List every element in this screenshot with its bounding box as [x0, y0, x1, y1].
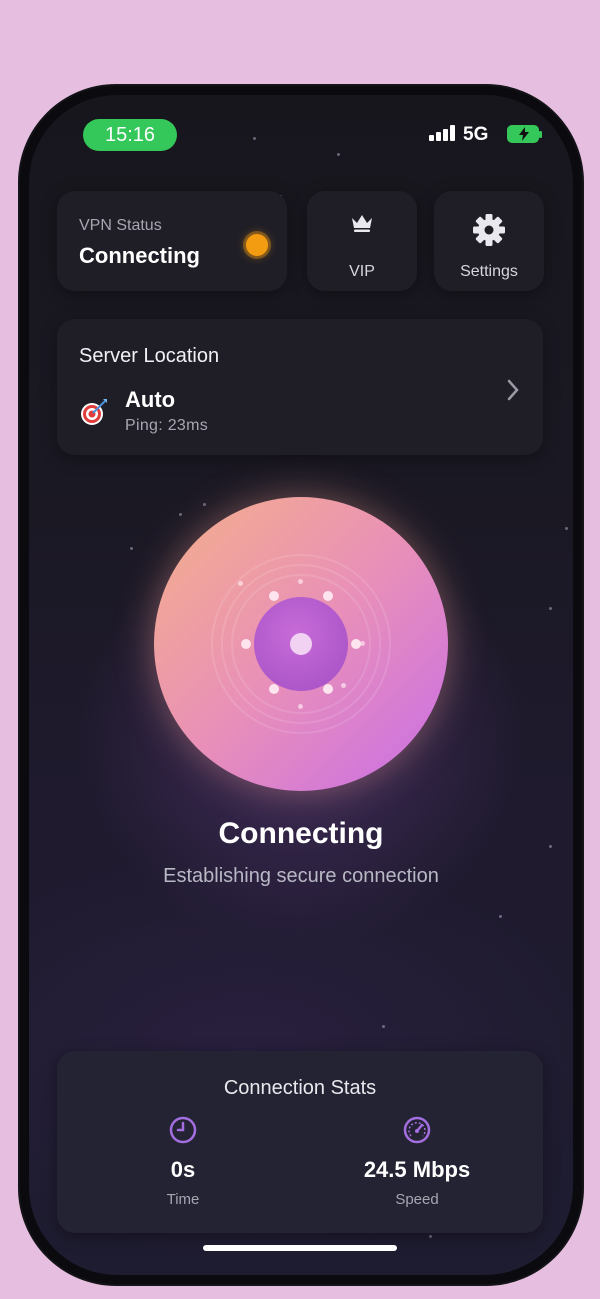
vpn-status-label: VPN Status [79, 217, 162, 234]
orb-particle [323, 591, 333, 601]
star [382, 1025, 385, 1028]
battery-charging-icon [507, 125, 542, 143]
server-name: Auto [125, 387, 176, 412]
phone-frame: 15:16 5G VPN Status Connecting VIP Setti… [20, 86, 582, 1284]
vpn-status-value: Connecting [79, 243, 200, 268]
chevron-right-icon [505, 377, 521, 408]
star [565, 527, 568, 530]
orb-particle [241, 639, 251, 649]
settings-label: Settings [460, 263, 518, 280]
server-location-title: Server Location [79, 345, 220, 367]
connection-title: Connecting [218, 817, 384, 850]
gear-icon [434, 213, 544, 247]
status-indicator-dot [246, 234, 268, 256]
star [130, 547, 133, 550]
speedometer-icon [327, 1115, 507, 1149]
server-ping: Ping: 23ms [125, 417, 209, 434]
orb-particle [323, 684, 333, 694]
orb-particle [341, 683, 346, 688]
speed-stat: 24.5 Mbps Speed [327, 1115, 507, 1208]
target-icon [79, 397, 109, 427]
orb-particle [298, 579, 303, 584]
connect-button[interactable] [154, 497, 448, 791]
vip-button[interactable]: VIP [307, 191, 417, 291]
orb-particle [298, 704, 303, 709]
orb-particle [360, 641, 365, 646]
vpn-status-card: VPN Status Connecting [57, 191, 287, 291]
speed-label: Speed [395, 1191, 439, 1208]
connection-subtitle: Establishing secure connection [163, 865, 439, 887]
orb-core [254, 597, 348, 691]
star [253, 137, 256, 140]
speed-value: 24.5 Mbps [363, 1157, 471, 1182]
status-time: 15:16 [83, 119, 177, 151]
vip-label: VIP [349, 263, 375, 280]
stats-title: Connection Stats [223, 1077, 377, 1099]
clock-icon [93, 1115, 273, 1149]
star [179, 513, 182, 516]
signal-icon [429, 125, 457, 141]
orb-center-dot [290, 633, 312, 655]
time-stat: 0s Time [93, 1115, 273, 1208]
app-screen: 15:16 5G VPN Status Connecting VIP Setti… [29, 95, 573, 1275]
home-indicator[interactable] [203, 1245, 397, 1251]
star [499, 915, 502, 918]
star [549, 607, 552, 610]
orb-particle [269, 684, 279, 694]
server-location-card[interactable]: Server Location Auto Ping: 23ms [57, 319, 543, 455]
time-value: 0s [170, 1157, 196, 1182]
orb-particle [269, 591, 279, 601]
network-type: 5G [463, 124, 489, 145]
crown-icon [307, 213, 417, 233]
connection-stats-card: Connection Stats 0s Time 24.5 Mbps Speed [57, 1051, 543, 1233]
star [429, 1235, 432, 1238]
star [337, 153, 340, 156]
settings-button[interactable]: Settings [434, 191, 544, 291]
time-label: Time [166, 1191, 200, 1208]
orb-particle [238, 581, 243, 586]
